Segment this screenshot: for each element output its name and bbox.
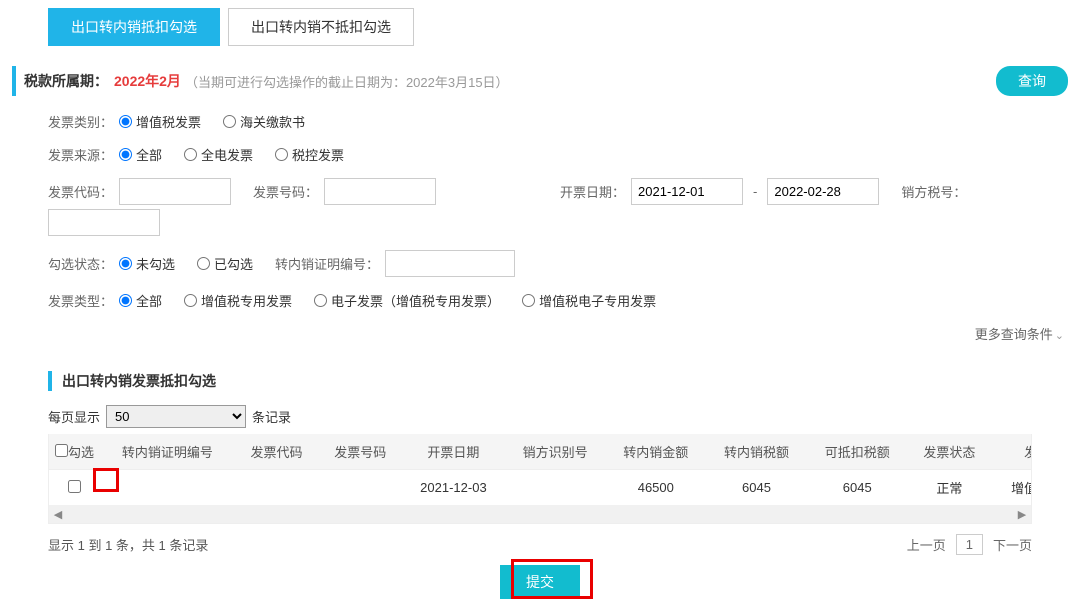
cell-amount: 46500 <box>605 470 706 506</box>
date-separator: - <box>753 184 757 199</box>
input-invoice-code[interactable] <box>119 178 231 205</box>
radio-type-vat-elec-special[interactable]: 增值税电子专用发票 <box>522 291 656 310</box>
input-date-from[interactable] <box>631 178 743 205</box>
pagesize-row: 每页显示 50 条记录 <box>48 405 1068 428</box>
cell-tax: 6045 <box>706 470 807 506</box>
period-label: 税款所属期： <box>24 71 108 91</box>
subsection-title: 出口转内销发票抵扣勾选 <box>48 371 1068 391</box>
label-invoice-date: 开票日期： <box>560 182 625 201</box>
tab-row: 出口转内销抵扣勾选 出口转内销不抵扣勾选 <box>48 8 1068 46</box>
chevron-down-icon: ⌄ <box>1055 330 1064 342</box>
period-value: 2022年2月 <box>114 71 181 91</box>
radio-source-full-elec[interactable]: 全电发票 <box>184 145 253 164</box>
input-seller-tax-no[interactable] <box>48 209 160 236</box>
radio-source-all[interactable]: 全部 <box>119 145 162 164</box>
label-invoice-code: 发票代码： <box>48 182 113 201</box>
row-invoice-source: 发票来源： 全部 全电发票 税控发票 <box>48 145 1068 164</box>
tab-no-deduction-check[interactable]: 出口转内销不抵扣勾选 <box>228 8 414 46</box>
prev-page-button[interactable]: 上一页 <box>907 535 946 554</box>
row-invoice-type: 发票类型： 全部 增值税专用发票 电子发票（增值税专用发票） 增值税电子专用发票 <box>48 291 1068 310</box>
cell-type: 增值税专用发 <box>991 470 1032 506</box>
radio-unchecked[interactable]: 未勾选 <box>119 254 175 273</box>
label-check-status: 勾选状态： <box>48 254 113 273</box>
cell-date: 2021-12-03 <box>402 470 505 506</box>
col-tax: 转内销税额 <box>706 434 807 470</box>
radio-checked[interactable]: 已勾选 <box>197 254 253 273</box>
label-invoice-source: 发票来源： <box>48 145 113 164</box>
row-checkbox[interactable] <box>68 480 81 493</box>
scroll-left-icon[interactable]: ◀ <box>49 505 67 523</box>
cell-cert-no <box>100 470 235 506</box>
col-seller-id: 销方识别号 <box>505 434 606 470</box>
table-row: 2021-12-03 46500 6045 6045 正常 增值税专用发 <box>49 470 1032 506</box>
radio-source-tax-control[interactable]: 税控发票 <box>275 145 344 164</box>
query-button[interactable]: 查询 <box>996 66 1068 96</box>
label-invoice-type: 发票类型： <box>48 291 113 310</box>
col-amount: 转内销金额 <box>605 434 706 470</box>
footer-row: 显示 1 到 1 条，共 1 条记录 上一页 1 下一页 <box>48 534 1032 555</box>
section-header: 税款所属期： 2022年2月 （当期可进行勾选操作的截止日期为：2022年3月1… <box>12 66 1068 96</box>
row-invoice-category: 发票类别： 增值税发票 海关缴款书 <box>48 112 1068 131</box>
record-info: 显示 1 到 1 条，共 1 条记录 <box>48 535 208 554</box>
table-header-row: 勾选 转内销证明编号 发票代码 发票号码 开票日期 销方识别号 转内销金额 转内… <box>49 434 1032 470</box>
more-filters-toggle[interactable]: 更多查询条件⌄ <box>12 324 1068 343</box>
col-type: 发票类型 <box>991 434 1032 470</box>
row-check-status: 勾选状态： 未勾选 已勾选 转内销证明编号： <box>48 250 1068 277</box>
row-invoice-codes: 发票代码： 发票号码： 开票日期： - 销方税号： <box>48 178 1068 236</box>
col-no: 发票号码 <box>318 434 402 470</box>
pagesize-prefix: 每页显示 <box>48 407 100 426</box>
radio-type-vat-special[interactable]: 增值税专用发票 <box>184 291 292 310</box>
page-number[interactable]: 1 <box>956 534 983 555</box>
col-code: 发票代码 <box>235 434 319 470</box>
cell-seller-id <box>505 470 606 506</box>
col-cert-no: 转内销证明编号 <box>100 434 235 470</box>
pagesize-select[interactable]: 50 <box>106 405 246 428</box>
select-all-checkbox[interactable] <box>55 444 68 457</box>
pager: 上一页 1 下一页 <box>907 534 1032 555</box>
label-invoice-no: 发票号码： <box>253 182 318 201</box>
tab-deduction-check[interactable]: 出口转内销抵扣勾选 <box>48 8 220 46</box>
cell-no <box>318 470 402 506</box>
period-note: （当期可进行勾选操作的截止日期为：2022年3月15日） <box>185 72 509 91</box>
results-table-wrap: 勾选 转内销证明编号 发票代码 发票号码 开票日期 销方识别号 转内销金额 转内… <box>48 434 1032 524</box>
input-date-to[interactable] <box>767 178 879 205</box>
label-seller-tax-no: 销方税号： <box>901 182 966 201</box>
input-cert-no[interactable] <box>385 250 515 277</box>
col-deductible: 可抵扣税额 <box>807 434 908 470</box>
radio-type-all[interactable]: 全部 <box>119 291 162 310</box>
horizontal-scrollbar[interactable]: ◀ ▶ <box>49 505 1031 523</box>
submit-button[interactable]: 提交 <box>500 565 580 599</box>
pagesize-suffix: 条记录 <box>252 407 291 426</box>
radio-type-elec-vat-special[interactable]: 电子发票（增值税专用发票） <box>314 291 500 310</box>
label-invoice-category: 发票类别： <box>48 112 113 131</box>
cell-code <box>235 470 319 506</box>
col-status: 发票状态 <box>908 434 992 470</box>
next-page-button[interactable]: 下一页 <box>993 535 1032 554</box>
label-cert-no: 转内销证明编号： <box>275 254 379 273</box>
radio-vat-invoice[interactable]: 增值税发票 <box>119 112 201 131</box>
cell-status: 正常 <box>908 470 992 506</box>
submit-wrap: 提交 <box>12 565 1068 599</box>
radio-customs-payment[interactable]: 海关缴款书 <box>223 112 305 131</box>
scroll-right-icon[interactable]: ▶ <box>1013 505 1031 523</box>
input-invoice-no[interactable] <box>324 178 436 205</box>
results-table: 勾选 转内销证明编号 发票代码 发票号码 开票日期 销方识别号 转内销金额 转内… <box>49 434 1032 505</box>
col-date: 开票日期 <box>402 434 505 470</box>
cell-deductible: 6045 <box>807 470 908 506</box>
